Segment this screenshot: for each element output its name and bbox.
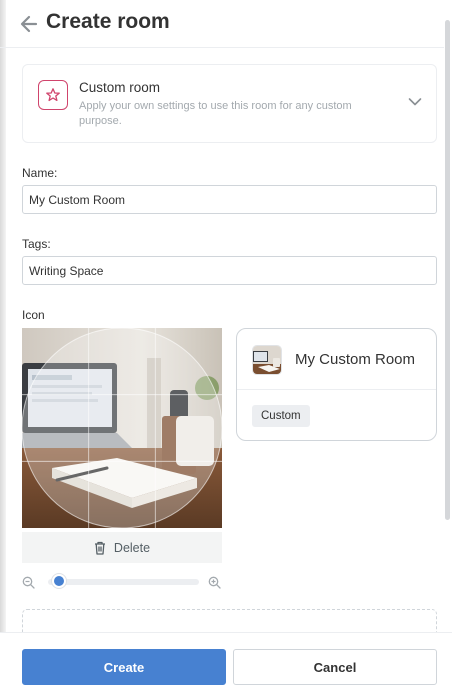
room-type-title: Custom room — [79, 80, 161, 95]
zoom-slider-thumb[interactable] — [51, 574, 66, 588]
room-preview-card: My Custom Room Custom — [236, 328, 437, 441]
icon-label: Icon — [22, 308, 45, 322]
footer: Create Cancel — [0, 632, 452, 700]
trash-icon — [94, 541, 105, 555]
room-preview-tag: Custom — [252, 405, 310, 427]
zoom-in-icon[interactable] — [208, 576, 221, 589]
icon-cropper[interactable] — [22, 328, 222, 528]
chevron-down-icon[interactable] — [408, 97, 422, 107]
arrow-left-icon[interactable] — [20, 13, 38, 35]
cancel-button[interactable]: Cancel — [233, 649, 437, 685]
panel-shadow — [0, 0, 6, 700]
name-label: Name: — [22, 166, 58, 180]
star-icon — [38, 80, 68, 110]
zoom-out-icon[interactable] — [22, 576, 35, 589]
create-button[interactable]: Create — [22, 649, 226, 685]
room-photo — [22, 328, 222, 528]
scrollbar[interactable] — [444, 0, 452, 632]
scrollbar-thumb[interactable] — [445, 20, 450, 520]
delete-label: Delete — [113, 540, 151, 555]
tags-input[interactable] — [22, 256, 437, 285]
tags-label: Tags: — [22, 237, 51, 251]
zoom-slider[interactable] — [48, 579, 199, 585]
delete-icon-button[interactable]: Delete — [22, 532, 222, 563]
header: Create room — [0, 0, 452, 48]
divider — [237, 389, 436, 390]
page-title: Create room — [46, 10, 170, 33]
room-type-description: Apply your own settings to use this room… — [79, 100, 352, 127]
room-preview-icon — [252, 345, 282, 375]
name-input[interactable] — [22, 185, 437, 214]
room-preview-title: My Custom Room — [295, 351, 416, 368]
room-type-selector[interactable]: Custom room Apply your own settings to u… — [22, 64, 437, 143]
